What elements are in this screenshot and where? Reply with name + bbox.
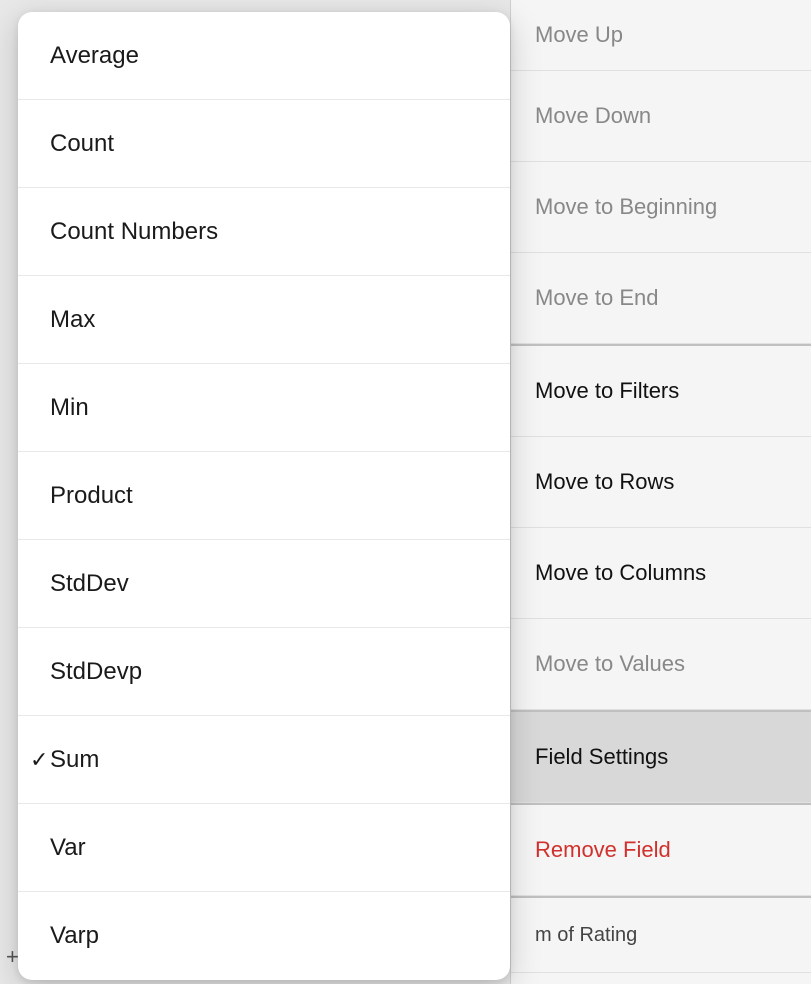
remove-field-label: Remove Field xyxy=(535,837,671,863)
move-down-label: Move Down xyxy=(535,103,651,129)
max-option[interactable]: Max xyxy=(18,276,510,364)
context-menu-right: Move Up Move Down Move to Beginning Move… xyxy=(510,0,811,984)
varp-option[interactable]: Varp xyxy=(18,892,510,980)
remove-field-item[interactable]: Remove Field xyxy=(511,805,811,896)
move-to-end-label: Move to End xyxy=(535,285,659,311)
move-to-beginning-item[interactable]: Move to Beginning xyxy=(511,162,811,253)
stddevp-option[interactable]: StdDevp xyxy=(18,628,510,716)
stddevp-label: StdDevp xyxy=(42,658,142,686)
count-numbers-label: Count Numbers xyxy=(42,218,218,246)
min-option[interactable]: Min xyxy=(18,364,510,452)
product-option[interactable]: Product xyxy=(18,452,510,540)
sum-label: Sum xyxy=(42,746,99,774)
move-to-rows-label: Move to Rows xyxy=(535,469,674,495)
stddev-option[interactable]: StdDev xyxy=(18,540,510,628)
sum-of-rating-label: m of Rating xyxy=(535,924,637,947)
sum-option[interactable]: ✓ Sum xyxy=(18,716,510,804)
sum-of-rating-item: m of Rating xyxy=(511,898,811,973)
varp-label: Varp xyxy=(42,922,99,950)
min-label: Min xyxy=(42,394,89,422)
field-settings-item[interactable]: Field Settings xyxy=(511,712,811,803)
move-to-filters-label: Move to Filters xyxy=(535,378,679,404)
product-label: Product xyxy=(42,482,133,510)
move-to-values-label: Move to Values xyxy=(535,651,685,677)
max-label: Max xyxy=(42,306,95,334)
move-to-columns-label: Move to Columns xyxy=(535,560,706,586)
move-to-values-item[interactable]: Move to Values xyxy=(511,619,811,710)
count-numbers-option[interactable]: Count Numbers xyxy=(18,188,510,276)
var-label: Var xyxy=(42,834,86,862)
move-to-beginning-label: Move to Beginning xyxy=(535,194,717,220)
sum-check-icon: ✓ xyxy=(30,747,48,773)
average-option[interactable]: Average xyxy=(18,12,510,100)
move-up-label: Move Up xyxy=(535,22,623,48)
move-to-rows-item[interactable]: Move to Rows xyxy=(511,437,811,528)
plus-icon: + xyxy=(6,944,19,970)
move-up-item[interactable]: Move Up xyxy=(511,0,811,71)
average-label: Average xyxy=(42,42,139,70)
count-label: Count xyxy=(42,130,114,158)
field-settings-label: Field Settings xyxy=(535,744,668,770)
move-to-columns-item[interactable]: Move to Columns xyxy=(511,528,811,619)
aggregation-dropdown: Average Count Count Numbers Max Min Prod… xyxy=(18,12,510,980)
move-down-item[interactable]: Move Down xyxy=(511,71,811,162)
move-to-filters-item[interactable]: Move to Filters xyxy=(511,346,811,437)
count-option[interactable]: Count xyxy=(18,100,510,188)
stddev-label: StdDev xyxy=(42,570,129,598)
move-to-end-item[interactable]: Move to End xyxy=(511,253,811,344)
var-option[interactable]: Var xyxy=(18,804,510,892)
